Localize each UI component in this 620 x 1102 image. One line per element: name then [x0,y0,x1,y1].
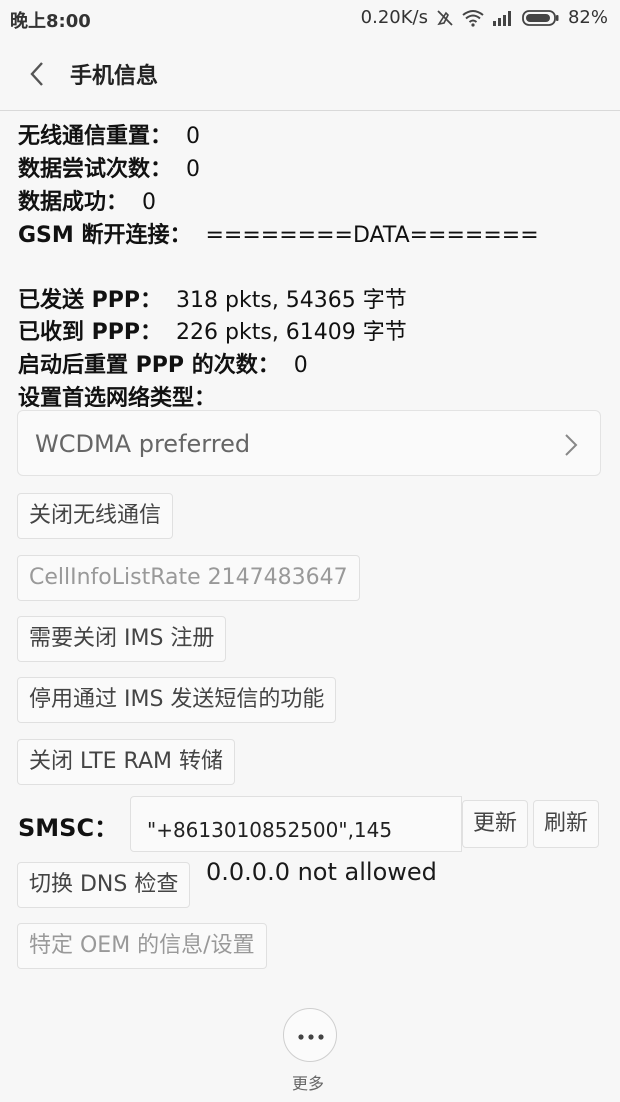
refresh-button[interactable]: 刷新 [533,800,600,848]
more-button[interactable] [283,1008,337,1062]
cell-info-rate-button[interactable]: CellInfoListRate 2147483647 [17,555,360,601]
status-right: 0.20K/s 82% [361,7,608,28]
chevron-right-icon [564,433,578,461]
more-dots-icon [298,1034,324,1040]
smsc-label: SMSC： [18,814,119,842]
chevron-left-icon [30,62,43,86]
dns-status: 0.0.0.0 not allowed [206,858,437,886]
smsc-input[interactable] [130,796,462,852]
data-attempts-label: 数据尝试次数： [18,157,173,182]
ims-off-button[interactable]: 需要关闭 IMS 注册 [17,616,227,662]
ppp-resets-line: 启动后重置 PPP 的次数： 0 [18,347,308,379]
radio-reset-value: 0 [186,124,201,149]
data-attempts-value: 0 [186,157,201,182]
ppp-received-label: 已收到 PPP： [18,320,163,345]
dns-toggle-button[interactable]: 切换 DNS 检查 [17,862,191,908]
back-button[interactable] [26,60,50,88]
header: 手机信息 [0,36,620,111]
ppp-sent-label: 已发送 PPP： [18,288,163,313]
update-button[interactable]: 更新 [462,800,529,848]
no-sim-icon [436,9,454,27]
battery-icon [522,9,560,27]
signal-icon [492,10,514,26]
radio-reset-label: 无线通信重置： [18,124,173,149]
ppp-sent-line: 已发送 PPP： 318 pkts, 54365 字节 [18,282,407,314]
preferred-network-select[interactable]: WCDMA preferred [17,410,601,476]
wifi-icon [462,9,484,27]
ppp-received-value: 226 pkts, 61409 字节 [176,320,407,345]
phone-info-screen: 晚上8:00 0.20K/s 82% 手机信息 无线通信重置： 0 数据尝试次数… [0,0,620,1102]
oem-info-button[interactable]: 特定 OEM 的信息/设置 [17,923,267,969]
gsm-disconnect-value: ========DATA======= [205,223,539,248]
radio-reset-line: 无线通信重置： 0 [18,118,200,150]
preferred-network-label: 设置首选网络类型： [18,386,217,411]
data-success-value: 0 [142,190,157,215]
ppp-sent-value: 318 pkts, 54365 字节 [176,288,407,313]
ppp-resets-value: 0 [293,353,308,378]
preferred-network-value: WCDMA preferred [35,430,251,458]
page-title: 手机信息 [70,64,159,89]
gsm-disconnect-line: GSM 断开连接： ========DATA======= [18,217,539,249]
battery-percent: 82% [567,7,608,28]
network-speed: 0.20K/s [360,7,428,28]
data-success-line: 数据成功： 0 [18,184,156,216]
ppp-received-line: 已收到 PPP： 226 pkts, 61409 字节 [18,314,407,346]
ppp-resets-label: 启动后重置 PPP 的次数： [18,353,280,378]
radio-off-button[interactable]: 关闭无线通信 [17,493,174,539]
data-attempts-line: 数据尝试次数： 0 [18,151,200,183]
status-bar: 晚上8:00 0.20K/s 82% [0,0,620,36]
ims-sms-off-button[interactable]: 停用通过 IMS 发送短信的功能 [17,677,337,723]
data-success-label: 数据成功： [18,190,129,215]
status-time: 晚上8:00 [10,11,91,32]
gsm-disconnect-label: GSM 断开连接： [18,223,192,248]
lte-ram-dump-button[interactable]: 关闭 LTE RAM 转储 [17,739,235,785]
more-label: 更多 [292,1074,325,1093]
